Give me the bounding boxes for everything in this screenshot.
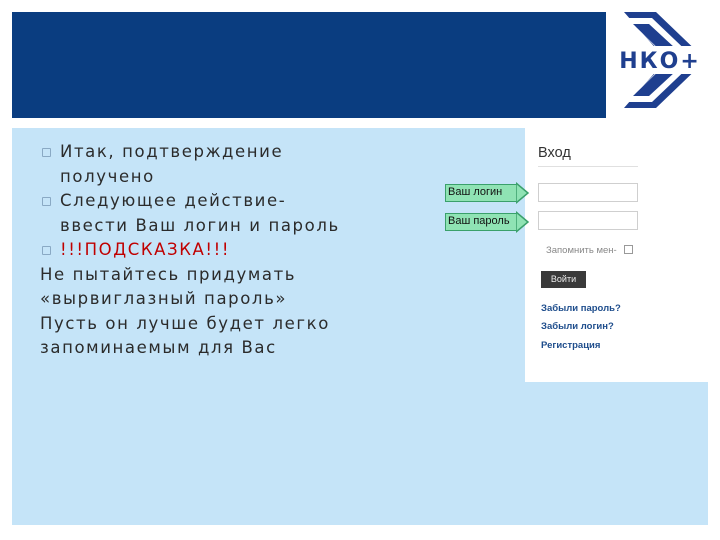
login-title: Вход [538, 145, 571, 161]
square-bullet-icon [42, 197, 51, 206]
bullet-item: Итак, подтверждение получено [40, 140, 340, 189]
paragraph-line: Пусть он лучше будет легко [40, 313, 330, 333]
bullet-text: Итак, подтверждение получено [60, 142, 284, 186]
paragraph-line: запоминаемым для Вас [40, 338, 277, 357]
forgot-password-link[interactable]: Забыли пароль? [541, 303, 621, 314]
bullet-item: Следующее действие- ввести Ваш логин и п… [40, 189, 340, 238]
login-callout: Ваш логин [445, 182, 530, 204]
header-band [12, 12, 608, 118]
logo-mark: НКО+ [606, 12, 714, 108]
title-divider [538, 166, 638, 167]
password-callout: Ваш пароль [445, 211, 530, 233]
login-button[interactable]: Войти [541, 271, 586, 288]
slide-text: Итак, подтверждение получено Следующее д… [40, 140, 340, 361]
forgot-login-link[interactable]: Забыли логин? [541, 321, 614, 332]
login-field-wrapper [538, 183, 638, 203]
remember-checkbox[interactable] [624, 245, 633, 254]
password-input[interactable] [539, 213, 637, 231]
bullet-item-hint: !!!ПОДСКАЗКА!!! [40, 238, 340, 263]
bullet-text: Следующее действие- ввести Ваш логин и п… [60, 191, 340, 235]
arrow-right-icon [516, 211, 530, 233]
password-callout-label: Ваш пароль [448, 215, 510, 227]
logo-text: НКО+ [619, 49, 701, 74]
square-bullet-icon [42, 148, 51, 157]
password-field-wrapper [538, 211, 638, 231]
register-link[interactable]: Регистрация [541, 340, 600, 351]
hint-text: !!!ПОДСКАЗКА!!! [60, 240, 231, 259]
paragraph-line: «вырвиглазный пароль» [40, 289, 288, 308]
login-callout-label: Ваш логин [448, 186, 503, 198]
login-form: Вход Запомнить мен- Войти Забыли пароль?… [525, 128, 708, 382]
remember-label: Запомнить мен- [546, 245, 617, 256]
company-logo: НКО+ [606, 0, 716, 120]
paragraph-line: Не пытайтесь придумать [40, 264, 297, 284]
arrow-right-icon [516, 182, 530, 204]
login-input[interactable] [539, 185, 637, 203]
square-bullet-icon [42, 246, 51, 255]
